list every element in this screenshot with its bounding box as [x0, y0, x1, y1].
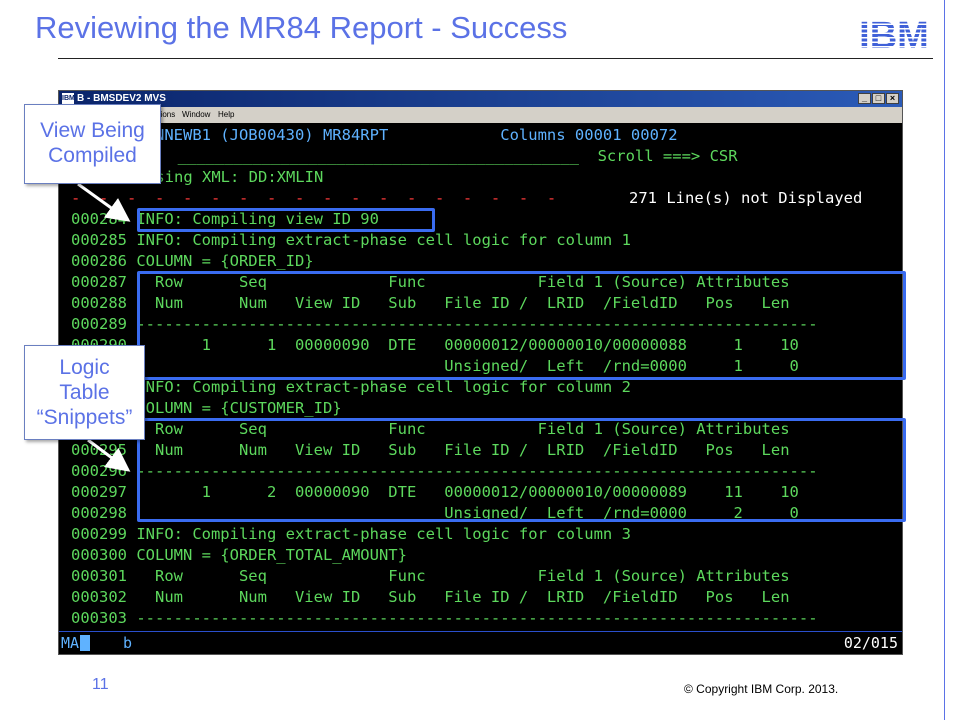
cursor-block	[80, 635, 90, 651]
separator-line: - - - - - - - - - - - - - - - - - -	[71, 189, 557, 207]
terminal-line: 000301 Row Seq Func Field 1 (Source) Att…	[71, 567, 790, 585]
terminal-line: 000300 COLUMN = {ORDER_TOTAL_AMOUNT}	[71, 546, 407, 564]
window-title: B - BMSDEV2 MVS	[77, 93, 166, 104]
terminal-line: 000285 INFO: Compiling extract-phase cel…	[71, 231, 631, 249]
menu-window[interactable]: Window	[182, 110, 210, 119]
menu-bar: mmunication Actions Window Help	[59, 107, 902, 123]
logic-table-highlight-2	[137, 418, 906, 522]
copyright-text: © Copyright IBM Corp. 2013.	[684, 682, 839, 696]
slide-number: 11	[92, 676, 109, 693]
terminal-line: 000286 COLUMN = {ORDER_ID}	[71, 252, 314, 270]
logic-table-highlight-1	[137, 271, 906, 380]
slide-title: Reviewing the MR84 Report - Success	[35, 10, 568, 45]
minimize-button[interactable]: _	[858, 93, 871, 104]
terminal-line: 000299 INFO: Compiling extract-phase cel…	[71, 525, 631, 543]
terminal-line: rsing XML: DD:XMLIN	[146, 168, 324, 186]
window-titlebar[interactable]: IBM B - BMSDEV2 MVS _ □ ×	[59, 91, 902, 107]
app-icon: IBM	[62, 93, 75, 104]
logic-table-snippets-callout: Logic Table “Snippets”	[24, 345, 145, 440]
maximize-button[interactable]: □	[872, 93, 885, 104]
view-being-compiled-callout: View Being Compiled	[24, 104, 161, 184]
ibm-logo-icon: IBM	[859, 16, 929, 52]
command-line[interactable]: ==> ____________________________________…	[131, 146, 747, 167]
view-id-highlight	[137, 208, 435, 232]
close-button[interactable]: ×	[886, 93, 899, 104]
terminal-line: RHNNEWB1 (JOB00430) MR84RPT Columns 0000…	[71, 126, 678, 144]
terminal-line: 000303 ---------------------------------…	[71, 609, 818, 627]
menu-help[interactable]: Help	[218, 110, 234, 119]
status-indicator: b	[123, 634, 133, 652]
ibm-logo-text: IBM	[859, 16, 929, 52]
status-bar: MA b 02/015	[59, 631, 902, 654]
terminal-line: 000292 INFO: Compiling extract-phase cel…	[71, 378, 631, 396]
title-divider	[58, 58, 933, 59]
not-displayed-text: 271 Line(s) not Displayed	[629, 189, 863, 207]
slide-edge-line	[944, 0, 945, 720]
terminal-line: 000302 Num Num View ID Sub File ID / LRI…	[71, 588, 790, 606]
cursor-position: 02/015	[843, 634, 898, 652]
status-mode: MA	[61, 634, 80, 652]
